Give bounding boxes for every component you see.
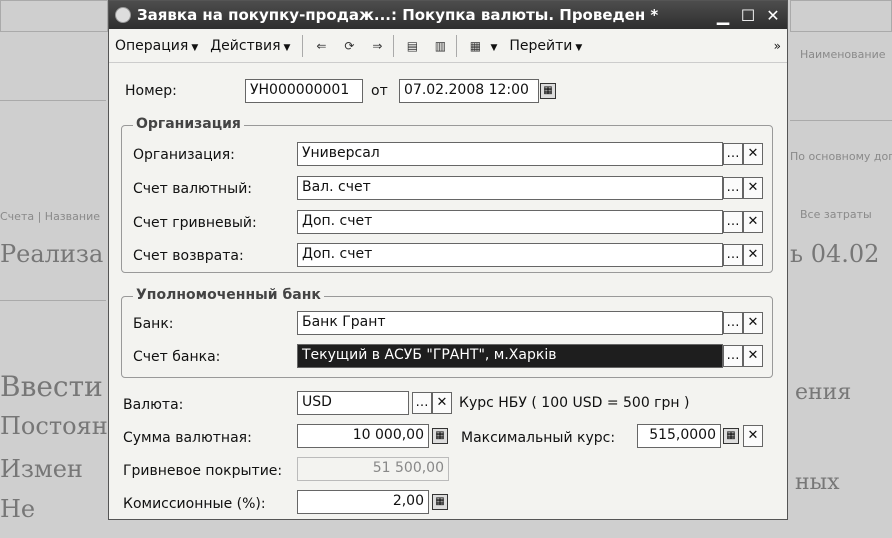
currency-field[interactable]: USD <box>297 391 409 415</box>
number-field[interactable]: УН000000001 <box>245 79 363 103</box>
forward-icon[interactable]: ⇒ <box>365 34 389 58</box>
toolbar-separator <box>393 34 395 57</box>
hryvnia-account-select-button[interactable]: … <box>723 211 743 233</box>
bg-text: По основному договору <box>790 150 892 163</box>
menu-goto[interactable]: Перейти ▼ <box>509 38 582 54</box>
max-rate-clear-button[interactable]: ✕ <box>743 425 763 447</box>
currency-sum-field[interactable]: 10 000,00 <box>297 424 429 448</box>
bg-box <box>0 0 108 32</box>
refresh-icon[interactable]: ⟳ <box>337 34 361 58</box>
bg-text: Постоян <box>0 412 108 440</box>
purchase-request-window: Заявка на покупку-продаж...: Покупка вал… <box>108 0 788 520</box>
bg-line <box>790 120 892 121</box>
more-chevron-icon[interactable]: » <box>774 39 781 53</box>
currency-account-select-button[interactable]: … <box>723 177 743 199</box>
bg-text: Все затраты <box>800 208 872 221</box>
hryvnia-account-clear-button[interactable]: ✕ <box>743 211 763 233</box>
bank-clear-button[interactable]: ✕ <box>743 312 763 334</box>
bank-field[interactable]: Банк Грант <box>297 311 723 335</box>
menu-operation[interactable]: Операция ▼ <box>115 38 198 54</box>
unpost-document-icon[interactable]: ▥ <box>428 34 452 58</box>
return-account-label: Счет возврата: <box>133 248 244 264</box>
return-account-select-button[interactable]: … <box>723 244 743 266</box>
app-icon <box>115 7 131 23</box>
bg-text: Ввести <box>0 370 103 403</box>
bg-text: Наименование <box>800 48 886 61</box>
currency-account-clear-button[interactable]: ✕ <box>743 177 763 199</box>
minimize-button[interactable]: ▁ <box>712 5 734 25</box>
max-rate-label: Максимальный курс: <box>461 430 616 446</box>
window-title: Заявка на покупку-продаж...: Покупка вал… <box>137 6 659 24</box>
currency-select-button[interactable]: … <box>412 392 432 414</box>
bg-text: Измен <box>0 455 83 483</box>
number-label: Номер: <box>125 83 177 99</box>
calendar-icon[interactable]: ▦ <box>540 83 556 99</box>
hryvnia-account-label: Счет гривневый: <box>133 215 257 231</box>
bank-account-clear-button[interactable]: ✕ <box>743 345 763 367</box>
organization-clear-button[interactable]: ✕ <box>743 143 763 165</box>
bg-heading: ь 04.02 <box>790 240 880 268</box>
calculator-icon[interactable]: ▦ <box>432 428 448 444</box>
bg-line <box>0 100 106 101</box>
maximize-button[interactable]: ☐ <box>737 5 759 25</box>
commission-field[interactable]: 2,00 <box>297 490 429 514</box>
bg-line <box>0 300 106 301</box>
organization-label: Организация: <box>133 147 235 163</box>
return-account-field[interactable]: Доп. счет <box>297 243 723 267</box>
bank-group-title: Уполномоченный банк <box>133 287 324 303</box>
bank-account-field[interactable]: Текущий в АСУБ "ГРАНТ", м.Харків <box>297 344 723 368</box>
currency-account-label: Счет валютный: <box>133 181 253 197</box>
currency-sum-label: Сумма валютная: <box>123 430 252 446</box>
structure-dropdown[interactable]: ▼ <box>487 38 497 54</box>
toolbar-separator <box>456 34 458 57</box>
bank-account-label: Счет банка: <box>133 349 221 365</box>
hryvnia-cover-label: Гривневое покрытие: <box>123 463 283 479</box>
bg-text: ения <box>795 380 852 405</box>
calculator-icon[interactable]: ▦ <box>723 428 739 444</box>
bank-label: Банк: <box>133 316 174 332</box>
close-button[interactable]: ✕ <box>762 5 784 25</box>
bg-text: Не <box>0 495 36 523</box>
menu-actions[interactable]: Действия ▼ <box>210 38 290 54</box>
currency-clear-button[interactable]: ✕ <box>432 392 452 414</box>
commission-label: Комиссионные (%): <box>123 496 266 512</box>
bank-account-select-button[interactable]: … <box>723 345 743 367</box>
date-field[interactable]: 07.02.2008 12:00 <box>399 79 539 103</box>
calculator-icon[interactable]: ▦ <box>432 494 448 510</box>
bank-select-button[interactable]: … <box>723 312 743 334</box>
back-icon[interactable]: ⇐ <box>309 34 333 58</box>
bg-text: Счета | Название <box>0 210 100 223</box>
currency-account-field[interactable]: Вал. счет <box>297 176 723 200</box>
organization-group-title: Организация <box>133 116 244 132</box>
nbu-rate-text: Курс НБУ ( 100 USD = 500 грн ) <box>459 395 690 411</box>
window-titlebar: Заявка на покупку-продаж...: Покупка вал… <box>109 1 787 29</box>
hryvnia-cover-field: 51 500,00 <box>297 457 449 481</box>
bg-text: ных <box>795 470 840 495</box>
return-account-clear-button[interactable]: ✕ <box>743 244 763 266</box>
structure-icon[interactable]: ▦ <box>463 34 487 58</box>
toolbar: Операция ▼ Действия ▼ ⇐ ⟳ ⇒ ▤ ▥ ▦ ▼ Перейт… <box>109 29 787 63</box>
max-rate-field[interactable]: 515,0000 <box>637 424 721 448</box>
toolbar-separator <box>302 34 304 57</box>
currency-label: Валюта: <box>123 397 184 413</box>
date-label: от <box>371 83 388 99</box>
bg-box <box>790 0 892 32</box>
post-document-icon[interactable]: ▤ <box>400 34 424 58</box>
hryvnia-account-field[interactable]: Доп. счет <box>297 210 723 234</box>
bg-heading: Реализа <box>0 240 104 268</box>
organization-field[interactable]: Универсал <box>297 142 723 166</box>
organization-select-button[interactable]: … <box>723 143 743 165</box>
